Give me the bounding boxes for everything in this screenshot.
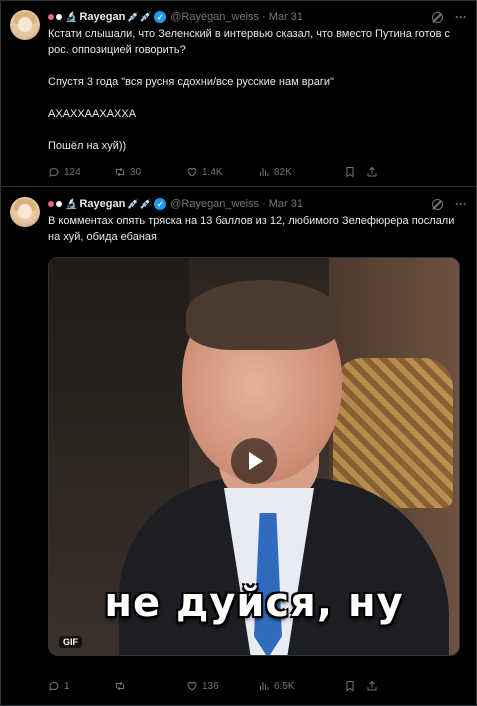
separator: · [262,11,266,23]
more-icon[interactable]: ··· [455,197,467,211]
reply-icon [48,166,60,178]
tweet-date[interactable]: Mar 31 [269,11,303,23]
repost-button[interactable]: 30 [114,166,186,178]
like-button[interactable]: 1.4K [186,166,258,178]
views-button[interactable]: 6.5K [258,680,344,692]
author-emoji: 💉💉 [127,198,153,210]
tweet[interactable]: 🔬 Rayegan 💉💉 ✓ @Rayegan_weiss · Mar 31 ·… [0,0,477,187]
author-name[interactable]: Rayegan [79,198,125,210]
tweet-header: 🔬 Rayegan 💉💉 ✓ @Rayegan_weiss · Mar 31 ·… [48,9,467,25]
verified-icon[interactable]: ✓ [154,11,167,23]
tweet-paragraph: АХАХХААХАХХА [48,108,137,120]
reply-button[interactable]: 124 [48,166,114,178]
like-count: 136 [202,680,219,692]
grok-icon[interactable] [432,198,443,210]
like-count: 1.4K [202,166,223,178]
author-emoji: 💉💉 [127,11,153,23]
bookmark-icon [344,166,356,178]
gif-badge: GIF [59,636,82,648]
author-handle[interactable]: @Rayegan_weiss [170,11,259,23]
author-handle[interactable]: @Rayegan_weiss [170,198,259,210]
gif-caption: не дуйся, ну [104,580,404,626]
views-button[interactable]: 82K [258,166,344,178]
tweet-paragraph: Пошёл на хуй)) [48,140,127,152]
repost-button[interactable] [114,680,186,692]
views-icon [258,166,270,178]
avatar[interactable] [10,197,40,227]
tweet-paragraph: Спустя 3 года "вся русня сдохни/все русс… [48,76,334,88]
action-bar: 1 136 6.5K [48,678,467,694]
grok-icon[interactable] [432,11,443,23]
tweet-header: 🔬 Rayegan 💉💉 ✓ @Rayegan_weiss · Mar 31 ·… [48,196,467,212]
share-icon [366,166,378,178]
tweet-text: В комментах опять тряска на 13 баллов из… [48,215,455,243]
reply-count: 1 [64,680,70,692]
author-name[interactable]: Rayegan [79,11,125,23]
bookmark-button[interactable] [344,166,366,178]
tweet-paragraph: Кстати слышали, что Зеленский в интервью… [48,28,450,56]
like-icon [186,166,198,178]
views-count: 82K [274,166,292,178]
like-icon [186,680,198,692]
like-button[interactable]: 136 [186,680,258,692]
reply-count: 124 [64,166,81,178]
microscope-icon: 🔬 [65,11,78,23]
avatar[interactable] [10,10,40,40]
share-button[interactable] [366,680,380,692]
reply-icon [48,680,60,692]
bookmark-button[interactable] [344,680,366,692]
share-icon [366,680,378,692]
decor-dots-icon [48,14,62,20]
tweet-date[interactable]: Mar 31 [269,198,303,210]
views-count: 6.5K [274,680,295,692]
views-icon [258,680,270,692]
repost-icon [114,680,126,692]
gif-media[interactable]: не дуйся, ну GIF [48,257,460,656]
separator: · [262,198,266,210]
verified-icon[interactable]: ✓ [154,198,167,210]
repost-icon [114,166,126,178]
share-button[interactable] [366,166,380,178]
microscope-icon: 🔬 [65,198,78,210]
bookmark-icon [344,680,356,692]
tweet-text: Кстати слышали, что Зеленский в интервью… [48,26,465,170]
reply-button[interactable]: 1 [48,680,114,692]
more-icon[interactable]: ··· [455,10,467,24]
decor-dots-icon [48,201,62,207]
repost-count: 30 [130,166,142,178]
action-bar: 124 30 1.4K 82K [48,164,467,180]
play-icon[interactable] [231,438,277,484]
tweet[interactable]: 🔬 Rayegan 💉💉 ✓ @Rayegan_weiss · Mar 31 ·… [0,187,477,706]
